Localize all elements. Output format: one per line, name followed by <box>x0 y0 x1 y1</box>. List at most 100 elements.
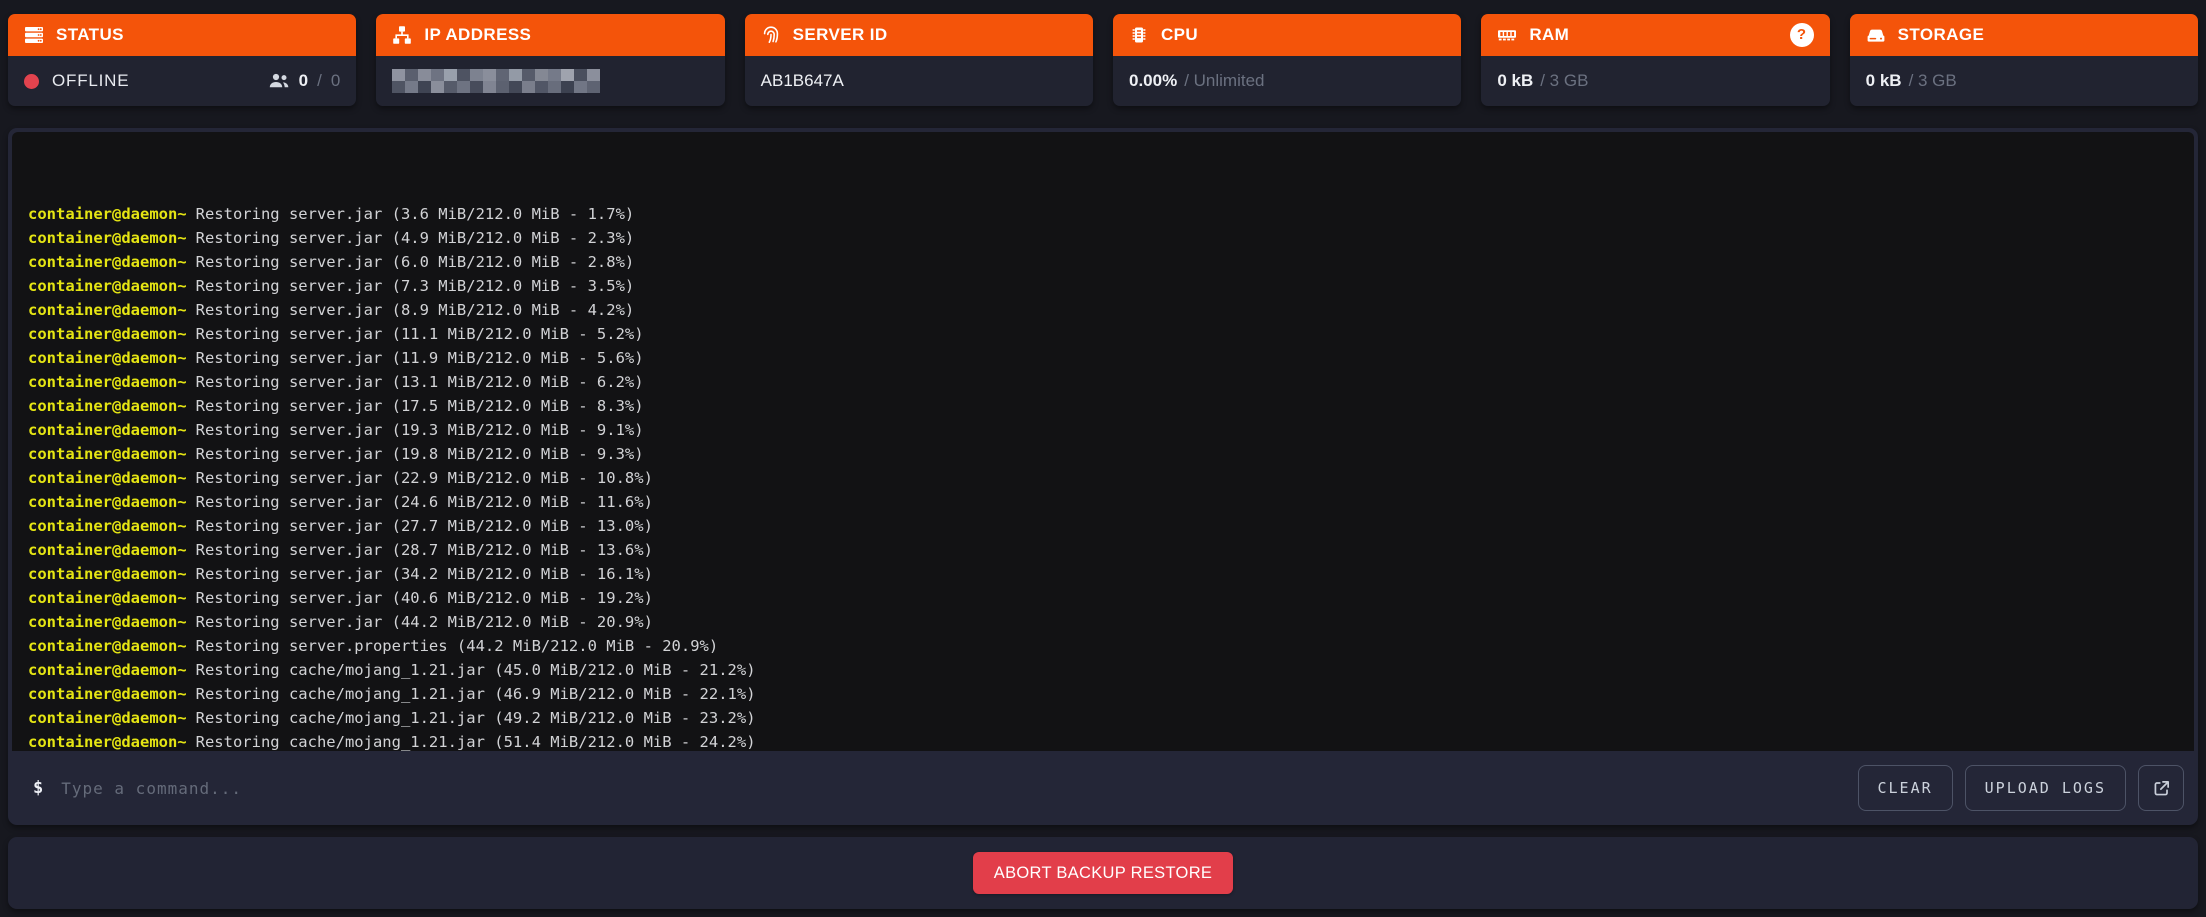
cpu-card-body: 0.00% / Unlimited <box>1113 56 1461 106</box>
players-current: 0 <box>299 71 308 91</box>
console-line-prompt: container@daemon~ <box>28 397 187 415</box>
help-circle-icon[interactable]: ? <box>1790 23 1814 47</box>
console-line-prompt: container@daemon~ <box>28 277 187 295</box>
console-line-prompt: container@daemon~ <box>28 541 187 559</box>
console-line: container@daemon~Restoring cache/mojang_… <box>28 682 2178 706</box>
redacted-pixel <box>496 69 509 81</box>
cpu-card-header: CPU <box>1113 14 1461 56</box>
redacted-pixel <box>418 81 431 93</box>
storage-card-body: 0 kB / 3 GB <box>1850 56 2198 106</box>
console-line: container@daemon~Restoring server.jar (3… <box>28 202 2178 226</box>
console-line-prompt: container@daemon~ <box>28 733 187 751</box>
redacted-pixel <box>561 81 574 93</box>
server-id-card: SERVER ID AB1B647A <box>745 14 1093 106</box>
storage-card-header: STORAGE <box>1850 14 2198 56</box>
redacted-pixel <box>457 81 470 93</box>
console-line: container@daemon~ Restoring server.jar (4… <box>28 610 2178 634</box>
redacted-pixel <box>522 69 535 81</box>
stat-cards-row: STATUS OFFLINE 0 / 0 <box>0 0 2206 106</box>
ram-usage-value: 0 kB <box>1497 71 1533 91</box>
redacted-pixel <box>483 81 496 93</box>
console-lines: container@daemon~Restoring server.jar (3… <box>28 202 2178 751</box>
console-line-message: Restoring server.jar (19.8 MiB/212.0 MiB… <box>196 445 644 463</box>
console-line-message: Restoring server.jar (44.2 MiB/212.0 MiB… <box>196 613 653 631</box>
server-id-card-title: SERVER ID <box>793 25 888 45</box>
console-line-prompt: container@daemon~ <box>28 229 187 247</box>
console-line-prompt: container@daemon~ <box>28 613 187 631</box>
redacted-pixel <box>496 81 509 93</box>
redacted-pixel <box>444 81 457 93</box>
console-line-prompt: container@daemon~ <box>28 565 187 583</box>
console-line: container@daemon~Restoring server.jar (2… <box>28 514 2178 538</box>
console-line-prompt: container@daemon~ <box>28 493 187 511</box>
redacted-pixel <box>457 69 470 81</box>
server-id-card-body: AB1B647A <box>745 56 1093 106</box>
ram-limit: / 3 GB <box>1540 71 1588 91</box>
redacted-pixel <box>535 81 548 93</box>
console-line-message: Restoring server.jar (17.5 MiB/212.0 MiB… <box>196 397 644 415</box>
console-line: container@daemon~ Restoring server.jar (1… <box>28 442 2178 466</box>
console-line: container@daemon~ Restoring cache/mojang_… <box>28 730 2178 751</box>
console-line-message: Restoring cache/mojang_1.21.jar (46.9 Mi… <box>196 685 756 703</box>
console-line-message: Restoring server.jar (19.3 MiB/212.0 MiB… <box>196 421 644 439</box>
drive-icon <box>1866 25 1886 45</box>
cpu-limit: / Unlimited <box>1184 71 1264 91</box>
console-line-prompt: container@daemon~ <box>28 421 187 439</box>
console-line: container@daemon~Restoring server.proper… <box>28 634 2178 658</box>
console-line-prompt: container@daemon~ <box>28 589 187 607</box>
console-line-message: Restoring server.jar (11.9 MiB/212.0 MiB… <box>196 349 644 367</box>
popout-console-button[interactable] <box>2138 765 2184 811</box>
console-line: container@daemon~ Restoring server.jar (1… <box>28 418 2178 442</box>
users-icon <box>268 73 290 89</box>
redacted-pixel <box>535 69 548 81</box>
clear-button[interactable]: CLEAR <box>1858 765 1953 811</box>
redacted-pixel <box>405 81 418 93</box>
console-line-prompt: container@daemon~ <box>28 709 187 727</box>
console-line: container@daemon~Restoring server.jar (6… <box>28 250 2178 274</box>
console-terminal[interactable]: container@daemon~Restoring server.jar (3… <box>12 132 2194 751</box>
console-line-message: Restoring cache/mojang_1.21.jar (51.4 Mi… <box>196 733 756 751</box>
upload-logs-button[interactable]: UPLOAD LOGS <box>1965 765 2126 811</box>
console-line-prompt: container@daemon~ <box>28 637 187 655</box>
console-line-message: Restoring cache/mojang_1.21.jar (49.2 Mi… <box>196 709 756 727</box>
console-line-message: Restoring cache/mojang_1.21.jar (45.0 Mi… <box>196 661 756 679</box>
external-link-icon <box>2152 779 2171 798</box>
console-line-message: Restoring server.jar (24.6 MiB/212.0 MiB… <box>196 493 653 511</box>
console-line-message: Restoring server.jar (28.7 MiB/212.0 MiB… <box>196 541 653 559</box>
console-line-message: Restoring server.jar (6.0 MiB/212.0 MiB … <box>196 253 635 271</box>
redacted-pixel <box>431 69 444 81</box>
redacted-pixel <box>431 81 444 93</box>
console-line-prompt: container@daemon~ <box>28 373 187 391</box>
redacted-pixel <box>470 81 483 93</box>
console-line: container@daemon~ Restoring cache/mojang_… <box>28 658 2178 682</box>
console-line: container@daemon~Restoring server.jar (2… <box>28 466 2178 490</box>
ram-card-header: RAM ? <box>1481 14 1829 56</box>
console-line-message: Restoring server.jar (8.9 MiB/212.0 MiB … <box>196 301 635 319</box>
status-card-title: STATUS <box>56 25 124 45</box>
footer-action-bar: ABORT BACKUP RESTORE <box>8 837 2198 909</box>
console-line-prompt: container@daemon~ <box>28 445 187 463</box>
console-line-message: Restoring server.jar (22.9 MiB/212.0 MiB… <box>196 469 653 487</box>
console-line-message: Restoring server.jar (27.7 MiB/212.0 MiB… <box>196 517 653 535</box>
console-line: container@daemon~ Restoring server.jar (2… <box>28 538 2178 562</box>
command-input[interactable] <box>59 778 1845 799</box>
console-line: container@daemon~Restoring server.jar (4… <box>28 586 2178 610</box>
fingerprint-icon <box>761 25 781 45</box>
cpu-card-title: CPU <box>1161 25 1198 45</box>
console-line: container@daemon~Restoring server.jar (1… <box>28 346 2178 370</box>
console-line-prompt: container@daemon~ <box>28 661 187 679</box>
memory-icon <box>1497 25 1517 45</box>
redacted-pixel <box>548 81 561 93</box>
ram-card-body: 0 kB / 3 GB <box>1481 56 1829 106</box>
status-card-body: OFFLINE 0 / 0 <box>8 56 356 106</box>
abort-backup-restore-button[interactable]: ABORT BACKUP RESTORE <box>973 852 1233 894</box>
redacted-pixel <box>522 81 535 93</box>
redacted-pixel <box>574 81 587 93</box>
ip-card-body <box>376 56 724 106</box>
console-line-prompt: container@daemon~ <box>28 205 187 223</box>
ram-card: RAM ? 0 kB / 3 GB <box>1481 14 1829 106</box>
redacted-pixel <box>405 69 418 81</box>
redacted-pixel <box>470 69 483 81</box>
network-icon <box>392 25 412 45</box>
status-card-header: STATUS <box>8 14 356 56</box>
